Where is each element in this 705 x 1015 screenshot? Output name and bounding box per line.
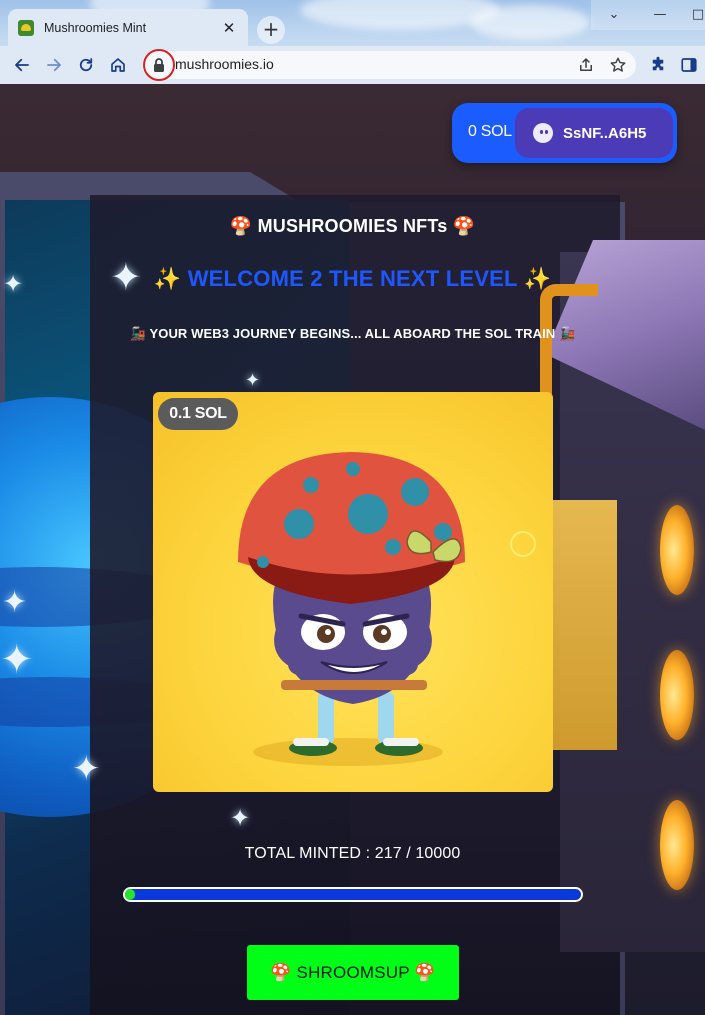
back-arrow-icon — [15, 58, 29, 72]
mint-progress-fill — [125, 889, 135, 900]
reload-button[interactable] — [70, 49, 102, 81]
sparkle-icon: ✦ — [230, 804, 251, 832]
total-minted-label: TOTAL MINTED : 217 / 10000 — [244, 845, 461, 862]
wallet-address: SsNF..A6H5 — [563, 124, 647, 142]
porthole-light — [660, 505, 694, 595]
browser-tab-strip: Mushroomies Mint ✕ + ⌄ — □ — [0, 0, 705, 46]
nft-preview-image — [153, 392, 553, 792]
mushroom-character-art — [238, 452, 536, 766]
forward-button[interactable] — [38, 49, 70, 81]
welcome-heading: ✨ WELCOME 2 THE NEXT LEVEL ✨ — [0, 266, 705, 292]
browser-tab[interactable]: Mushroomies Mint ✕ — [8, 9, 248, 46]
url-text[interactable]: mushroomies.io — [175, 56, 274, 72]
wallet-balance: 0 SOL — [468, 123, 512, 140]
sparkles-icon: ✨ — [523, 266, 552, 291]
home-icon — [111, 58, 125, 72]
tab-title: Mushroomies Mint — [44, 20, 147, 35]
mint-progress-bar — [123, 887, 583, 902]
minimize-button[interactable]: — — [637, 0, 683, 30]
mushroom-favicon-icon — [18, 19, 34, 36]
browser-toolbar: mushroomies.io — [0, 46, 705, 84]
reload-icon — [79, 58, 93, 72]
wallet-account-button[interactable]: SsNF..A6H5 — [515, 108, 673, 158]
sparkles-icon: ✨ — [153, 266, 182, 291]
share-icon[interactable] — [577, 56, 595, 74]
welcome-text: WELCOME 2 THE NEXT LEVEL — [187, 266, 518, 291]
extensions-puzzle-icon[interactable] — [649, 56, 667, 74]
new-tab-button[interactable]: + — [257, 16, 285, 44]
maximize-button[interactable]: □ — [683, 0, 705, 30]
close-tab-icon[interactable]: ✕ — [220, 19, 238, 37]
glowing-window — [553, 500, 617, 750]
lock-icon[interactable] — [152, 57, 166, 73]
tagline: 🚂 YOUR WEB3 JOURNEY BEGINS... ALL ABOARD… — [129, 326, 576, 341]
mint-button[interactable]: 🍄 SHROOMSUP 🍄 — [247, 945, 459, 1000]
sparkle-icon: ✦ — [2, 585, 28, 620]
porthole-light — [660, 650, 694, 740]
phantom-ghost-icon — [533, 123, 553, 143]
wallet-widget[interactable]: 0 SOL SsNF..A6H5 — [452, 103, 677, 163]
forward-arrow-icon — [47, 58, 61, 72]
tab-search-button[interactable]: ⌄ — [591, 0, 637, 30]
bookmark-star-icon[interactable] — [609, 56, 627, 74]
sparkle-icon: ✦ — [72, 749, 101, 789]
price-badge: 0.1 SOL — [158, 398, 238, 430]
sidebar-icon[interactable] — [680, 56, 698, 74]
address-bar[interactable]: mushroomies.io — [142, 49, 636, 81]
back-button[interactable] — [6, 49, 38, 81]
collection-title: 🍄 MUSHROOMIES NFTs 🍄 — [229, 216, 476, 236]
sparkle-icon: ✦ — [0, 637, 34, 683]
home-button[interactable] — [102, 49, 134, 81]
sparkle-icon: ✦ — [245, 370, 261, 391]
